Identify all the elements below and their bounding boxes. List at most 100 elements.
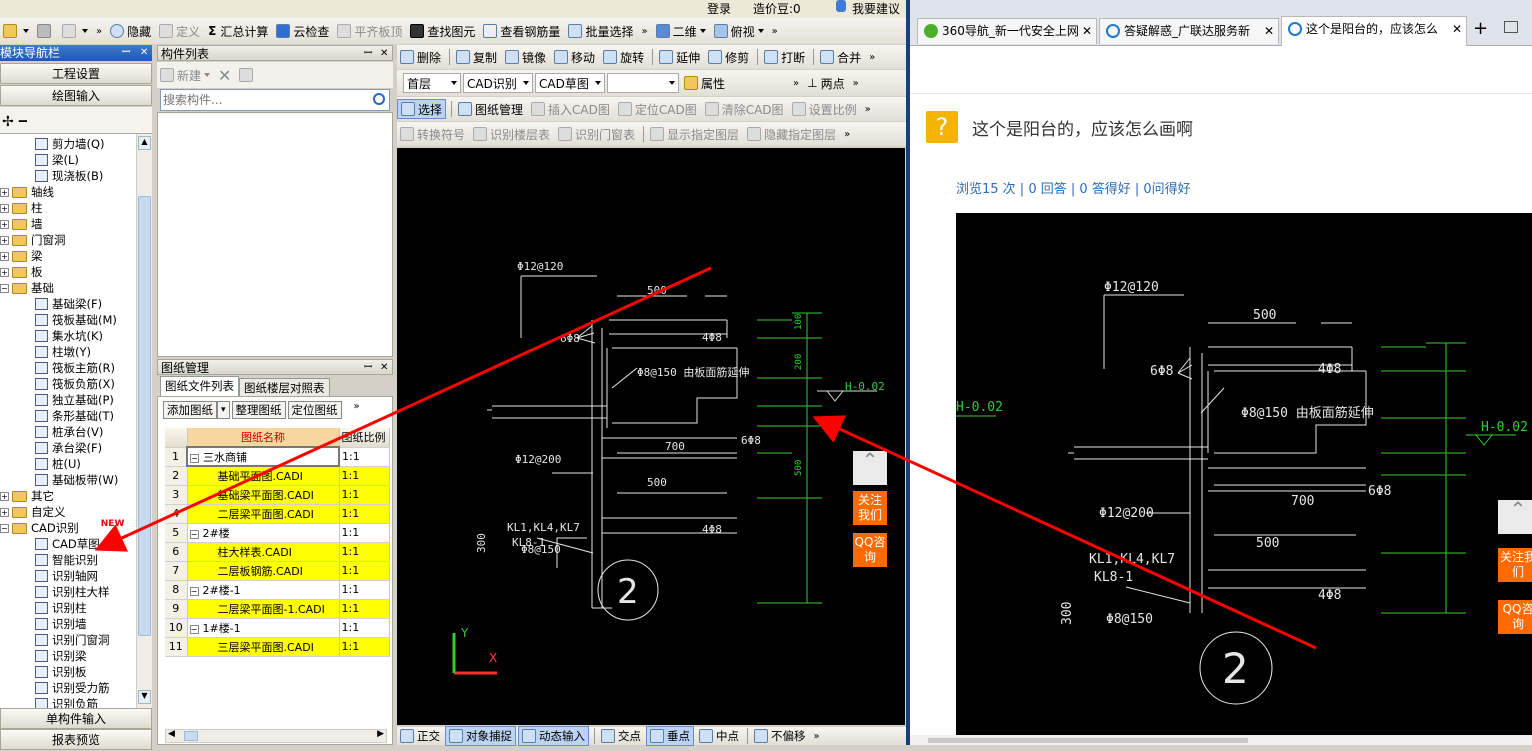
restore-icon[interactable]: [1504, 21, 1518, 33]
cad-sketch-select[interactable]: CAD草图: [535, 73, 605, 93]
open-button[interactable]: [0, 21, 32, 41]
locate-drawing-button[interactable]: 定位图纸: [287, 401, 342, 419]
drawing-input-button[interactable]: 绘图输入: [0, 85, 152, 106]
empty-select[interactable]: [607, 73, 679, 93]
table-row[interactable]: 8−2#楼-1 1:1: [165, 580, 390, 600]
collapse-icon[interactable]: −: [189, 529, 199, 539]
tree-item[interactable]: + 门窗洞: [0, 232, 66, 248]
dynamic-input-button[interactable]: 动态输入: [518, 726, 589, 746]
browser-tab-360[interactable]: 360导航_新一代安全上网 ✕: [917, 18, 1097, 44]
report-preview-button[interactable]: 报表预览: [0, 729, 152, 750]
drawing-scale-cell[interactable]: 1:1: [339, 580, 390, 600]
drawing-name-cell[interactable]: 柱大样表.CADI: [187, 542, 340, 562]
top-view-dropdown[interactable]: 俯视: [711, 21, 767, 41]
view-rebar-button[interactable]: 查看钢筋量: [480, 21, 563, 41]
drawing-name-cell[interactable]: − 三水商铺: [186, 446, 340, 467]
expand-icon[interactable]: +: [0, 251, 9, 261]
table-row[interactable]: 10−1#楼-1 1:1: [165, 618, 390, 638]
tree-item[interactable]: + 轴线: [0, 184, 54, 200]
tree-item[interactable]: 集水坑(K): [35, 328, 103, 344]
table-row[interactable]: 11 三层梁平面图.CADI 1:1: [165, 637, 390, 657]
drawing-name-cell[interactable]: 基础平面图.CADI: [187, 466, 340, 486]
no-offset-button[interactable]: 不偏移: [751, 726, 809, 746]
mirror-button[interactable]: 镜像: [502, 47, 549, 67]
intersection-button[interactable]: 交点: [598, 726, 644, 746]
back-to-top-button[interactable]: ⌃: [853, 450, 887, 485]
tree-item[interactable]: 识别梁: [35, 648, 87, 664]
browser-tab-answer[interactable]: 答疑解惑_广联达服务新 ✕: [1099, 18, 1279, 44]
extend-button[interactable]: 延伸: [656, 47, 703, 67]
trim-button[interactable]: 修剪: [705, 47, 752, 67]
table-row[interactable]: 5−2#楼 1:1: [165, 523, 390, 543]
tree-item[interactable]: − 基础: [0, 280, 54, 296]
floor-select[interactable]: 首层: [403, 73, 461, 93]
scroll-down-icon[interactable]: ▼: [138, 690, 151, 704]
drawing-name-cell[interactable]: 三层梁平面图.CADI: [187, 637, 340, 657]
single-input-button[interactable]: 单构件输入: [0, 708, 152, 729]
hide-button[interactable]: 隐藏: [107, 21, 154, 41]
pin-icon[interactable]: ꟷ: [364, 360, 372, 376]
midpoint-button[interactable]: 中点: [696, 726, 742, 746]
cad-canvas[interactable]: Φ12@120 500 4Φ8 6Φ8 Φ8@150 由板面筋延伸 H-0.02…: [397, 148, 905, 725]
drawing-scale-cell[interactable]: 1:1: [339, 523, 390, 543]
move-button[interactable]: 移动: [551, 47, 598, 67]
expand-icon[interactable]: −: [0, 283, 9, 293]
hide-layer-button[interactable]: 隐藏指定图层: [744, 124, 839, 144]
align-top-button[interactable]: 平齐板顶: [334, 21, 405, 41]
drawing-scale-cell[interactable]: 1:1: [339, 637, 390, 657]
drawing-mgmt-button[interactable]: 图纸管理: [455, 99, 526, 119]
tree-item[interactable]: 识别柱大样: [35, 584, 110, 600]
recog-door-table-button[interactable]: 识别门窗表: [555, 124, 638, 144]
tree-item[interactable]: 识别墙: [35, 616, 87, 632]
scroll-left-icon[interactable]: ◀: [168, 729, 175, 739]
save-button[interactable]: [34, 21, 57, 41]
drawing-name-cell[interactable]: 二层梁平面图-1.CADI: [187, 599, 340, 619]
tree-item[interactable]: 识别受力筋: [35, 680, 110, 696]
table-row[interactable]: 2 基础平面图.CADI 1:1: [165, 466, 390, 486]
close-icon[interactable]: ✕: [380, 46, 388, 62]
question-image[interactable]: Φ12@120 500 4Φ8 6Φ8 Φ8@150 由板面筋延伸 700 6Φ…: [956, 213, 1532, 735]
expand-icon[interactable]: +: [0, 203, 9, 213]
recog-floor-table-button[interactable]: 识别楼层表: [470, 124, 553, 144]
close-icon[interactable]: ✕: [140, 45, 148, 61]
tree-item[interactable]: CAD草图: [35, 536, 100, 552]
col-scale-header[interactable]: 图纸比例: [339, 428, 390, 448]
attr-button[interactable]: 属性: [681, 73, 728, 93]
copy-component-icon[interactable]: [236, 65, 259, 85]
close-icon[interactable]: ✕: [1264, 19, 1274, 43]
expand-icon[interactable]: +: [0, 507, 9, 517]
tree-item[interactable]: 梁(L): [35, 152, 79, 168]
more-icon[interactable]: »: [866, 47, 878, 67]
tree-item[interactable]: 柱墩(Y): [35, 344, 91, 360]
new-tab-button[interactable]: +: [1473, 18, 1488, 39]
ortho-button[interactable]: 正交: [397, 726, 443, 746]
tree-item[interactable]: 基础梁(F): [35, 296, 102, 312]
table-row[interactable]: 7 二层板钢筋.CADI 1:1: [165, 561, 390, 581]
drawing-hscroll[interactable]: ◀ ▶: [165, 729, 387, 743]
tree-item[interactable]: 桩(U): [35, 456, 81, 472]
table-row[interactable]: 1− 三水商铺 1:1: [165, 446, 390, 467]
collapse-icon[interactable]: −: [189, 586, 199, 596]
drawing-name-cell[interactable]: −2#楼: [187, 523, 340, 543]
expand-icon[interactable]: −: [0, 523, 9, 533]
set-scale-button[interactable]: 设置比例: [789, 99, 860, 119]
tree-item[interactable]: 剪力墙(Q): [35, 136, 105, 152]
drawing-scale-cell[interactable]: 1:1: [339, 466, 390, 486]
qq-consult-button[interactable]: QQ咨询: [1498, 600, 1532, 634]
drawing-name-cell[interactable]: 基础梁平面图.CADI: [187, 485, 340, 505]
tree-item[interactable]: 智能识别: [35, 552, 98, 568]
table-row[interactable]: 6 柱大样表.CADI 1:1: [165, 542, 390, 562]
tree-item[interactable]: 识别轴网: [35, 568, 98, 584]
tree-item[interactable]: 识别板: [35, 664, 87, 680]
tree-item[interactable]: 条形基础(T): [35, 408, 114, 424]
cad-recog-select[interactable]: CAD识别: [463, 73, 533, 93]
close-icon[interactable]: ✕: [1082, 19, 1092, 43]
drawing-scale-cell[interactable]: 1:1: [339, 561, 390, 581]
tree-item[interactable]: 识别柱: [35, 600, 87, 616]
new-component-button[interactable]: 新建: [157, 65, 213, 85]
more-icon[interactable]: »: [841, 124, 853, 144]
tree-item[interactable]: 桩承台(V): [35, 424, 103, 440]
bell-icon[interactable]: [836, 0, 846, 12]
perpendicular-button[interactable]: 垂点: [646, 726, 694, 746]
drawing-name-cell[interactable]: 二层梁平面图.CADI: [187, 504, 340, 524]
